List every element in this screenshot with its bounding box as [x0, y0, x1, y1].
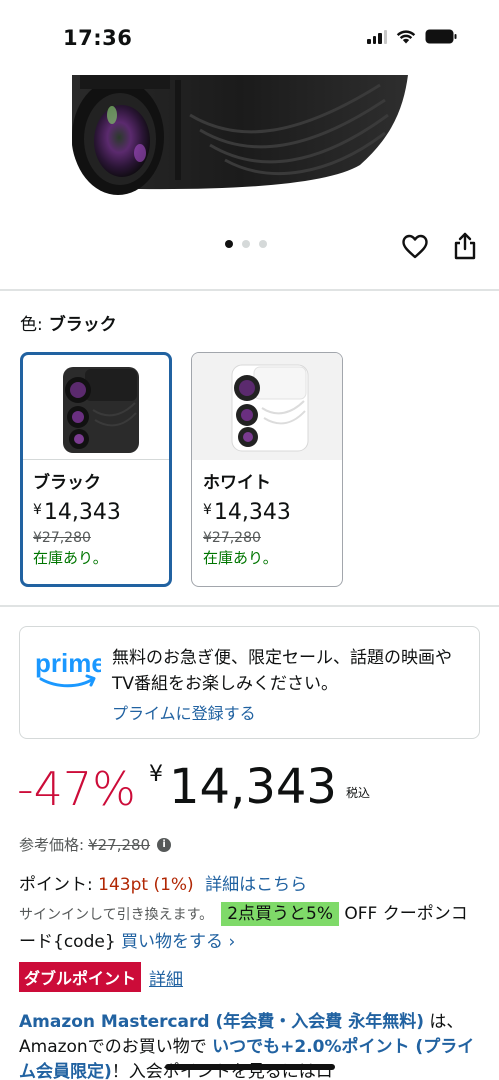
double-point-details-link[interactable]: 詳細 — [149, 965, 183, 990]
shop-now-link[interactable]: 買い物をする › — [121, 932, 235, 952]
pager-dot[interactable] — [259, 240, 267, 248]
color-price: ¥14,343 — [203, 500, 291, 525]
home-indicator[interactable] — [165, 1064, 335, 1070]
prime-signup-link[interactable]: プライムに登録する — [112, 700, 256, 724]
prime-promo: prime 無料のお急ぎ便、限定セール、話題の映画やTV番組をお楽しみください。… — [19, 626, 480, 739]
coupon-row: サインインして引き換えます。 2点買うと5% OFF クーポンコード{code} … — [19, 901, 484, 956]
share-icon[interactable] — [453, 232, 477, 260]
color-price: ¥14,343 — [33, 500, 121, 525]
stock-status: 在庫あり。 — [33, 549, 108, 567]
pager-dot[interactable] — [225, 240, 233, 248]
double-point-row: ダブルポイント 詳細 — [19, 962, 183, 992]
color-label: 色: ブラック — [20, 315, 117, 335]
price-amount: ¥14,343 — [149, 759, 337, 815]
mastercard-link[interactable]: Amazon Mastercard (年会費・入会費 永年無料) — [19, 1012, 424, 1032]
color-option-black[interactable]: ブラック ¥14,343 ¥27,280 在庫あり。 — [20, 352, 172, 587]
reference-price: 参考価格: ¥27,280 i — [19, 834, 172, 855]
heart-icon[interactable] — [401, 233, 429, 261]
info-icon[interactable]: i — [157, 837, 172, 852]
signin-text: サインインして引き換えます。 — [19, 907, 214, 923]
color-list-price: ¥27,280 — [203, 530, 261, 546]
cellular-signal-icon — [367, 29, 387, 44]
pager-dot[interactable] — [242, 240, 250, 248]
prime-description: 無料のお急ぎ便、限定セール、話題の映画やTV番組をお楽しみください。 — [112, 648, 452, 694]
selected-color: ブラック — [48, 315, 117, 335]
color-thumb-black — [23, 355, 169, 460]
double-point-badge: ダブルポイント — [19, 962, 142, 992]
battery-icon — [425, 29, 457, 44]
status-time: 17:36 — [63, 26, 133, 50]
color-option-white[interactable]: ホワイト ¥14,343 ¥27,280 在庫あり。 — [191, 352, 343, 587]
points-percent: (1%) — [153, 875, 194, 895]
rangefinder-photo — [72, 75, 408, 195]
tax-label: 税込 — [346, 786, 371, 800]
stock-status: 在庫あり。 — [203, 549, 278, 567]
product-image[interactable] — [0, 75, 499, 200]
color-name: ホワイト — [203, 473, 271, 493]
points-row: ポイント: 143pt (1%) 詳細はこちら — [19, 875, 308, 895]
status-bar: 17:36 — [0, 0, 499, 75]
coupon-badge: 2点買うと5% — [221, 902, 339, 926]
color-thumb-white — [192, 353, 342, 460]
section-divider — [0, 605, 499, 607]
svg-text:prime: prime — [35, 648, 101, 678]
prime-logo-icon: prime — [35, 648, 101, 688]
discount-percent: -47% — [17, 762, 136, 816]
points-value: 143pt — [98, 875, 149, 895]
section-divider — [0, 289, 499, 291]
gallery-pager[interactable] — [225, 240, 267, 248]
color-list-price: ¥27,280 — [33, 530, 91, 546]
status-icons — [367, 29, 457, 44]
points-details-link[interactable]: 詳細はこちら — [205, 875, 307, 895]
color-name: ブラック — [33, 473, 101, 493]
wifi-icon — [396, 30, 416, 44]
